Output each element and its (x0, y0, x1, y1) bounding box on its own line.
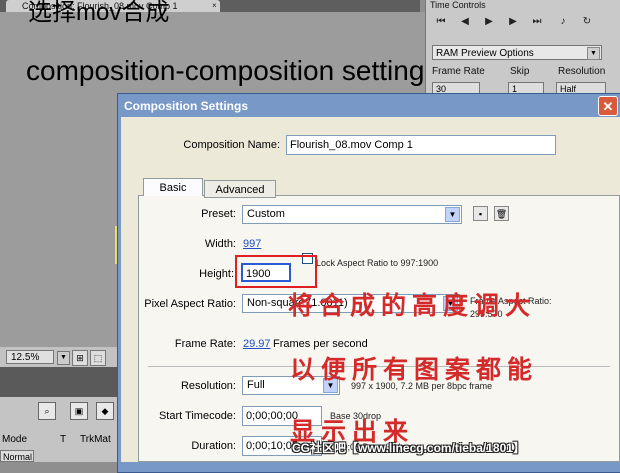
frame-rate-value[interactable]: 29.97 (243, 338, 271, 350)
width-value[interactable]: 997 (243, 238, 261, 250)
timeline-header-bar (0, 367, 120, 397)
overlay-title-en: composition-composition setting (26, 55, 425, 86)
grid-icon[interactable]: ⊞ (72, 350, 88, 366)
overlay-note-line1: 将合成的高度调大 (288, 291, 537, 320)
dialog-title: Composition Settings (124, 99, 248, 113)
ram-preview-select[interactable]: RAM Preview Options ▼ (432, 45, 602, 60)
preset-value: Custom (247, 208, 285, 220)
height-highlight-box (235, 255, 317, 288)
tab-basic[interactable]: Basic (143, 178, 203, 196)
audio-icon[interactable]: ♪ (554, 14, 572, 30)
frame-rate-label: Frame Rate: (174, 338, 236, 350)
chevron-down-icon[interactable]: ▼ (57, 351, 70, 365)
loop-icon[interactable]: ↻ (578, 14, 596, 30)
prev-frame-icon[interactable]: ◀ (456, 14, 474, 30)
skip-label: Skip (510, 66, 530, 77)
tab-advanced[interactable]: Advanced (204, 180, 276, 198)
shy-layers-icon[interactable]: ◆ (96, 402, 114, 420)
next-frame-icon[interactable]: ▶ (504, 14, 522, 30)
resolution-label: Resolution: (180, 380, 236, 392)
overlay-note-line2: 以便所有图案都能 (290, 355, 539, 384)
ram-preview-label: RAM Preview Options (436, 48, 534, 59)
comp-flowchart-icon[interactable]: ▣ (70, 402, 88, 420)
region-icon[interactable]: ⬚ (90, 350, 106, 366)
save-preset-icon[interactable]: ▪ (473, 206, 488, 221)
trkmat-column-header: TrkMat (80, 434, 111, 445)
delete-preset-icon[interactable]: 🗑 (494, 206, 509, 221)
play-icon[interactable]: ▶ (480, 14, 498, 30)
zoom-select[interactable]: 12.5% (6, 350, 54, 364)
first-frame-icon[interactable]: ⏮ (432, 14, 450, 30)
preset-label: Preset: (201, 208, 236, 220)
watermark: CG社区吧【www.linecg.com/tieba/1801】 (292, 441, 525, 455)
last-frame-icon[interactable]: ⏭ (528, 14, 546, 30)
close-icon[interactable]: ✕ (598, 96, 618, 116)
mode-column-header: Mode (2, 434, 28, 445)
mode-select[interactable]: Normal (0, 450, 34, 462)
time-controls-title: Time Controls (430, 0, 486, 10)
search-layer-icon[interactable]: ⌕ (38, 402, 56, 420)
resolution-value: Full (247, 379, 265, 391)
comp-name-input[interactable]: Flourish_08.mov Comp 1 (286, 135, 556, 155)
t-column-header: T (60, 434, 67, 445)
comp-tab-close-icon[interactable]: × (212, 1, 221, 10)
overlay-title-cn: 选择mov合成 (28, 0, 170, 26)
frame-rate-unit: Frames per second (273, 338, 368, 350)
duration-label: Duration: (191, 440, 236, 452)
chevron-down-icon: ▼ (587, 47, 600, 60)
start-timecode-label: Start Timecode: (158, 410, 236, 422)
comp-name-label: Composition Name: (183, 139, 280, 151)
height-label: Height: (199, 268, 234, 280)
chevron-down-icon: ▼ (445, 207, 460, 222)
frame-rate-label: Frame Rate (432, 66, 485, 77)
preset-select[interactable]: Custom ▼ (242, 205, 462, 224)
width-label: Width: (204, 238, 236, 250)
lock-aspect-label: Lock Aspect Ratio to 997:1900 (316, 258, 439, 268)
resolution-label: Resolution (558, 66, 606, 77)
pixel-aspect-label: Pixel Aspect Ratio: (144, 298, 236, 310)
